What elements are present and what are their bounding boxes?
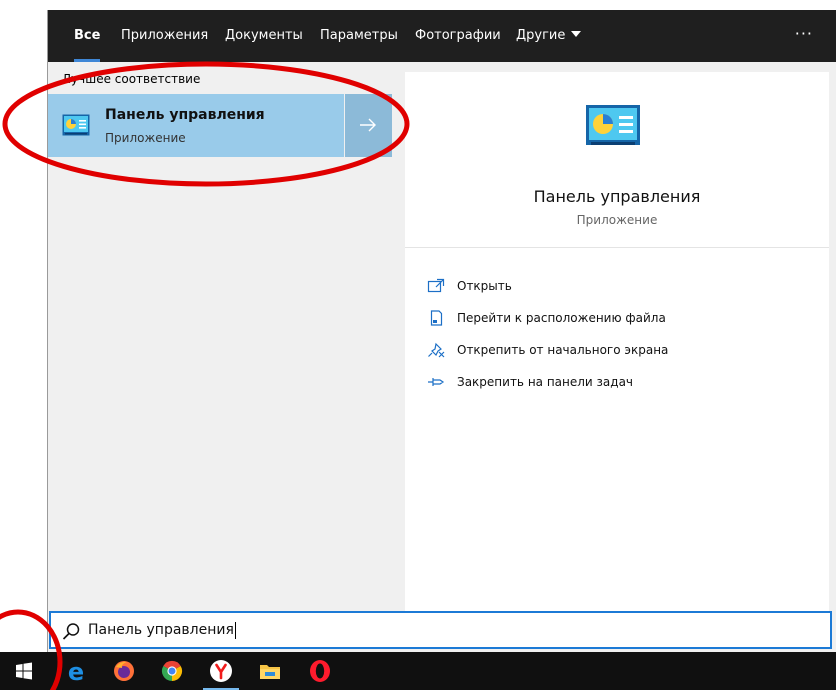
yandex-taskbar-button[interactable] xyxy=(197,652,245,690)
expand-result-button[interactable] xyxy=(345,94,392,157)
svg-text:e: e xyxy=(68,659,84,683)
search-panel: Все Приложения Документы Параметры Фотог… xyxy=(47,10,836,652)
edge-taskbar-button[interactable]: e xyxy=(52,652,100,690)
detail-title: Панель управления xyxy=(533,187,701,206)
tab-apps[interactable]: Приложения xyxy=(121,10,208,62)
edge-icon: e xyxy=(68,659,84,683)
section-title: Лучшее соответствие xyxy=(62,72,201,86)
open-icon xyxy=(427,278,445,293)
file-explorer-taskbar-button[interactable] xyxy=(246,652,294,690)
result-details: Панель управления Приложение Открыть Пер… xyxy=(405,72,829,611)
pin-icon xyxy=(428,378,445,386)
detail-type: Приложение xyxy=(576,213,658,227)
search-input[interactable]: Панель управления xyxy=(49,611,832,649)
opera-taskbar-button[interactable] xyxy=(296,652,344,690)
action-label: Открепить от начального экрана xyxy=(457,343,669,357)
tab-other[interactable]: Другие xyxy=(516,10,582,62)
action-label: Открыть xyxy=(457,279,512,293)
file-location-icon xyxy=(430,310,443,326)
start-button[interactable] xyxy=(0,652,48,690)
result-type: Приложение xyxy=(105,131,186,145)
arrow-right-icon xyxy=(360,118,376,132)
start-icon xyxy=(16,662,32,680)
unpin-icon xyxy=(428,342,445,358)
result-name: Панель управления xyxy=(105,107,265,123)
search-tabs: Все Приложения Документы Параметры Фотог… xyxy=(48,10,836,62)
search-query: Панель управления xyxy=(88,622,236,639)
yandex-browser-icon xyxy=(210,660,232,682)
control-panel-icon xyxy=(62,114,90,136)
action-label: Перейти к расположению файла xyxy=(457,311,666,325)
chevron-down-icon xyxy=(571,31,582,37)
opera-icon xyxy=(310,660,330,682)
tab-photos[interactable]: Фотографии xyxy=(415,10,501,62)
firefox-icon xyxy=(114,661,134,681)
chrome-taskbar-button[interactable] xyxy=(148,652,196,690)
action-label: Закрепить на панели задач xyxy=(457,375,634,389)
divider xyxy=(405,247,829,248)
search-icon xyxy=(62,623,80,640)
file-explorer-icon xyxy=(260,665,280,679)
firefox-taskbar-button[interactable] xyxy=(100,652,148,690)
results-list: Лучшее соответствие Панель управления Пр… xyxy=(48,62,404,611)
tab-documents[interactable]: Документы xyxy=(225,10,303,62)
taskbar: e xyxy=(0,652,836,690)
chrome-icon xyxy=(161,660,183,682)
tab-settings[interactable]: Параметры xyxy=(320,10,398,62)
best-match-result[interactable]: Панель управления Приложение xyxy=(48,94,344,157)
tab-all[interactable]: Все xyxy=(74,10,101,62)
control-panel-icon xyxy=(586,105,640,145)
more-options-button[interactable]: ··· xyxy=(795,10,813,62)
